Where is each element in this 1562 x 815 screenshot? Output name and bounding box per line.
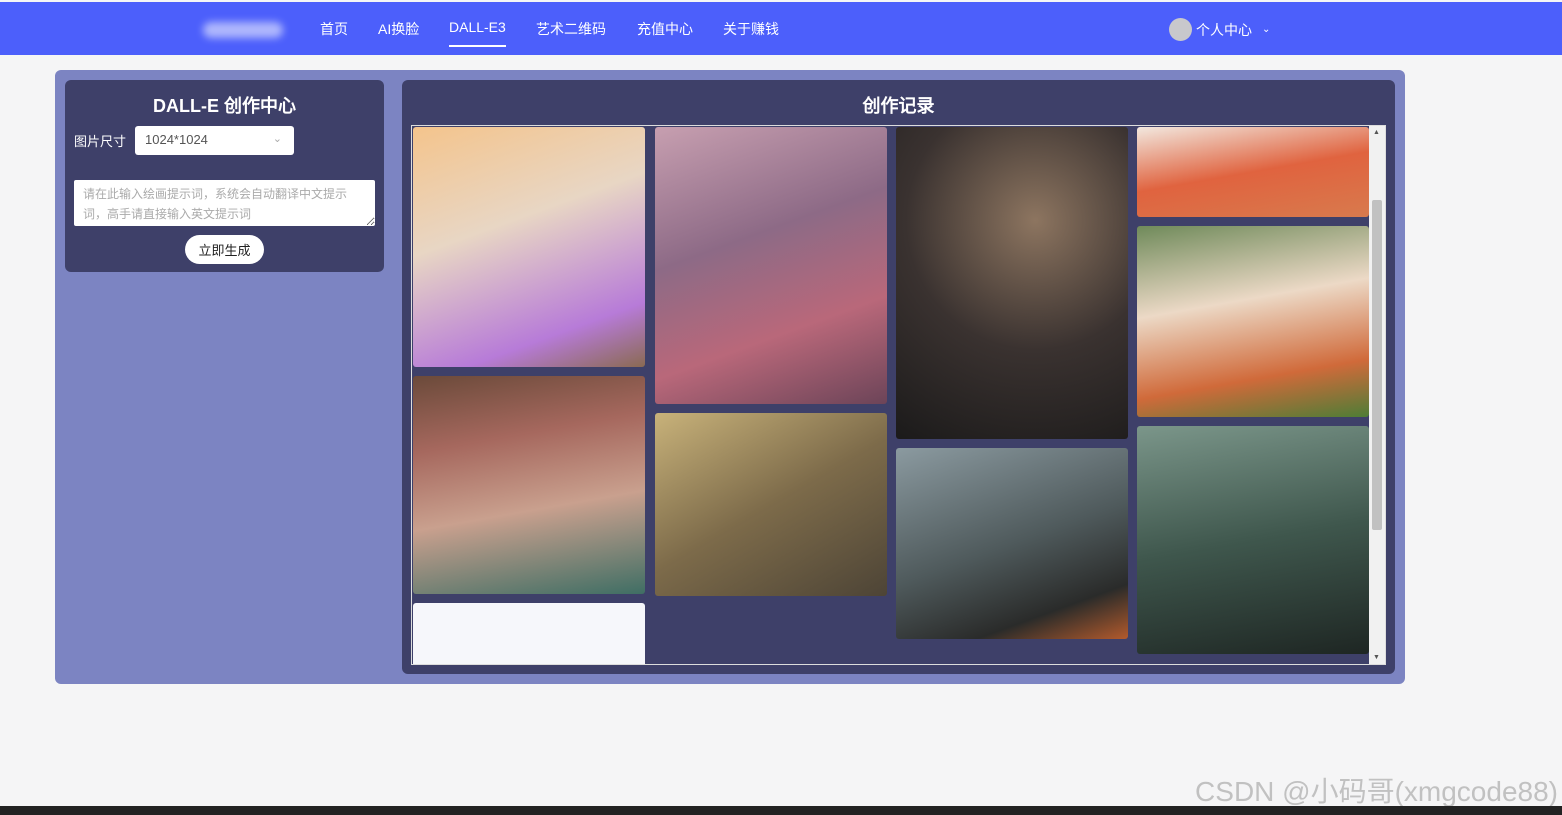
nav-about-earning[interactable]: 关于赚钱: [723, 19, 779, 39]
image-card[interactable]: [413, 603, 645, 664]
image-card[interactable]: [655, 413, 887, 596]
prompt-input[interactable]: [74, 180, 375, 226]
image-card[interactable]: [1137, 127, 1369, 217]
image-card[interactable]: [655, 127, 887, 404]
avatar: [1169, 18, 1192, 41]
watermark: CSDN @小码哥(xmgcode88): [1195, 776, 1558, 807]
user-menu[interactable]: 个人中心 ⌄: [1169, 18, 1270, 41]
image-card[interactable]: [1137, 426, 1369, 654]
scrollbar-thumb[interactable]: [1372, 200, 1382, 530]
image-card[interactable]: [1137, 226, 1369, 417]
logo[interactable]: [203, 22, 283, 38]
history-title: 创作记录: [862, 96, 935, 116]
image-card[interactable]: [413, 376, 645, 594]
chevron-down-icon: ⌄: [272, 133, 282, 145]
image-card[interactable]: [896, 448, 1128, 639]
history-panel: 创作记录 ▲ ▼: [402, 80, 1395, 674]
size-select[interactable]: 1024*1024 ⌄: [135, 126, 294, 155]
user-menu-label: 个人中心: [1196, 21, 1252, 38]
create-panel-title: DALL-E 创作中心: [153, 96, 296, 116]
scroll-up-icon[interactable]: ▲: [1373, 129, 1380, 136]
bottom-bar: [0, 806, 1562, 815]
image-card[interactable]: [896, 127, 1128, 439]
size-select-value: 1024*1024: [145, 132, 208, 147]
size-label: 图片尺寸: [74, 134, 127, 149]
nav-ai-faceswap[interactable]: AI换脸: [378, 19, 419, 39]
image-gallery: ▲ ▼: [411, 125, 1386, 665]
nav-home[interactable]: 首页: [320, 19, 348, 39]
create-panel: DALL-E 创作中心 图片尺寸 1024*1024 ⌄ 立即生成: [65, 80, 384, 272]
nav-recharge[interactable]: 充值中心: [637, 19, 693, 39]
scrollbar[interactable]: ▲ ▼: [1369, 126, 1385, 664]
chevron-down-icon: ⌄: [1262, 24, 1271, 35]
nav-art-qrcode[interactable]: 艺术二维码: [536, 19, 606, 39]
nav-dalle3[interactable]: DALL-E3: [449, 19, 506, 47]
image-card[interactable]: [413, 127, 645, 367]
top-navbar: 首页 AI换脸 DALL-E3 艺术二维码 充值中心 关于赚钱 个人中心 ⌄: [0, 2, 1562, 55]
scroll-down-icon[interactable]: ▼: [1373, 654, 1380, 661]
generate-button[interactable]: 立即生成: [185, 235, 264, 264]
